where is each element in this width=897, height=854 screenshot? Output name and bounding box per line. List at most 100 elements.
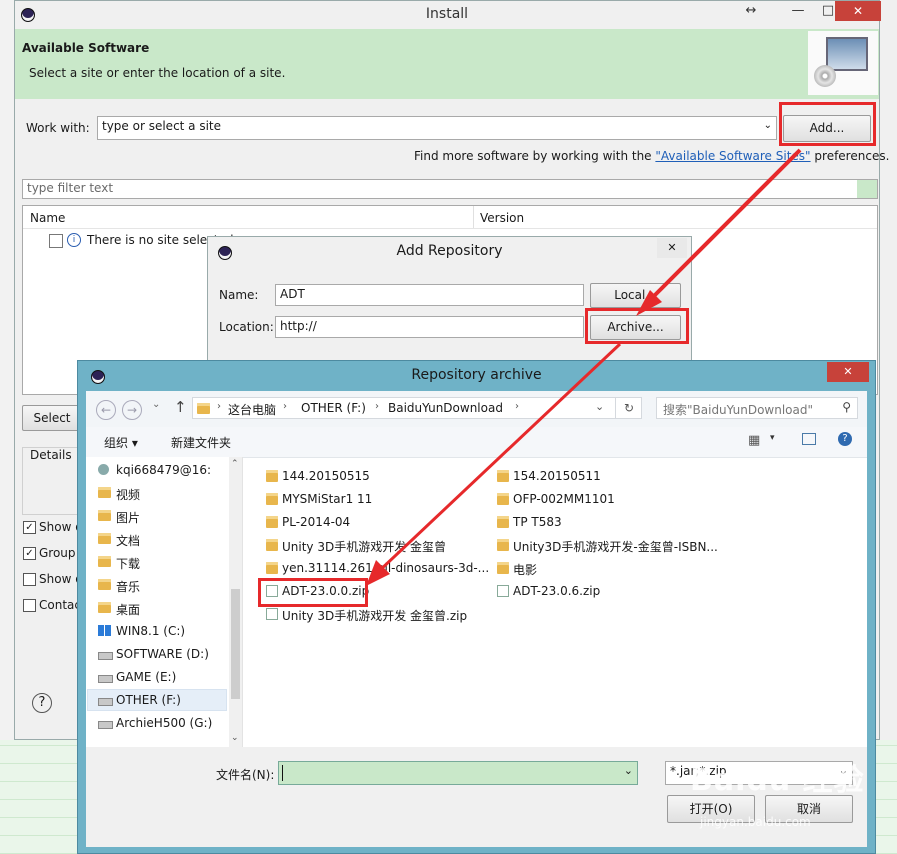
tree-item-desktop[interactable]: 桌面 xyxy=(98,601,140,618)
file-item[interactable]: yen.31114.261-all-dinosaurs-3d-... xyxy=(266,561,489,575)
view-options-icon[interactable]: ▦ xyxy=(748,433,760,448)
tree-item-music[interactable]: 音乐 xyxy=(98,578,140,595)
tree-item-drive-e[interactable]: GAME (E:) xyxy=(98,670,176,684)
folder-icon xyxy=(98,487,111,498)
navigation-tree: kqi668479@16: 视频 图片 文档 下载 音乐 桌面 WIN8.1 (… xyxy=(86,457,243,747)
file-item[interactable]: Unity 3D手机游戏开发 金玺曾 xyxy=(266,538,446,555)
install-monitor-icon xyxy=(808,31,878,95)
filter-clear-icon[interactable] xyxy=(857,180,877,198)
up-icon[interactable]: ↑ xyxy=(174,398,187,416)
search-input[interactable]: 搜索"BaiduYunDownload" ⚲ xyxy=(656,397,858,419)
file-item[interactable]: 154.20150511 xyxy=(497,469,601,483)
drive-icon xyxy=(98,721,113,729)
resize-icon[interactable]: ↔ xyxy=(741,1,761,21)
highlight-add-button xyxy=(779,102,876,146)
tree-item-drive-d[interactable]: SOFTWARE (D:) xyxy=(98,647,209,661)
details-label: Details xyxy=(30,448,72,462)
tree-item-drive-f[interactable]: OTHER (F:) xyxy=(98,693,181,707)
checkbox-show-installed[interactable] xyxy=(23,573,36,586)
folder-icon xyxy=(266,493,278,505)
folder-icon xyxy=(197,403,210,414)
help-icon[interactable]: ? xyxy=(32,693,52,713)
work-with-label: Work with: xyxy=(26,121,90,135)
file-item[interactable]: 144.20150515 xyxy=(266,469,370,483)
install-titlebar: Install ↔ — □ ✕ xyxy=(15,1,881,29)
table-header: Name Version xyxy=(23,206,877,229)
install-close-button[interactable]: ✕ xyxy=(835,1,881,21)
file-item[interactable]: Unity 3D手机游戏开发 金玺曾.zip xyxy=(266,607,467,624)
work-with-value: type or select a site xyxy=(102,119,222,133)
filter-input[interactable]: type filter text xyxy=(22,179,878,199)
address-bar[interactable]: › 这台电脑 › OTHER (F:) › BaiduYunDownload ›… xyxy=(192,397,642,419)
zip-file-icon xyxy=(497,585,509,597)
baidu-watermark: Baidu 经验 xyxy=(690,763,865,798)
folder-icon xyxy=(497,516,509,528)
checkbox-label: Contac xyxy=(39,598,81,612)
add-repository-title: Add Repository xyxy=(396,243,503,259)
local-button[interactable]: Local... xyxy=(590,283,681,308)
tree-item-pictures[interactable]: 图片 xyxy=(98,509,140,526)
highlight-archive-button xyxy=(585,308,689,344)
help-icon[interactable]: ? xyxy=(838,432,852,446)
organize-menu[interactable]: 组织 ▾ xyxy=(104,434,138,451)
forward-icon[interactable]: → xyxy=(122,400,142,420)
breadcrumb-pc[interactable]: 这台电脑 xyxy=(228,401,276,418)
breadcrumb-folder[interactable]: BaiduYunDownload xyxy=(388,401,503,415)
work-with-combo[interactable]: type or select a site ⌄ xyxy=(97,116,777,140)
minimize-button[interactable]: — xyxy=(785,1,811,21)
filename-input[interactable]: ⌄ xyxy=(278,761,638,785)
breadcrumb-drive[interactable]: OTHER (F:) xyxy=(301,401,366,415)
checkbox-label: Show o xyxy=(39,572,83,586)
file-item[interactable]: MYSMiStar1 11 xyxy=(266,492,372,506)
tree-scroll-thumb[interactable] xyxy=(231,589,240,699)
music-folder-icon xyxy=(98,579,111,590)
available-software-banner: Available Software Select a site or ente… xyxy=(15,29,879,99)
tree-item-drive-c[interactable]: WIN8.1 (C:) xyxy=(98,624,185,638)
file-item[interactable]: OFP-002MM1101 xyxy=(497,492,615,506)
tree-item-documents[interactable]: 文档 xyxy=(98,532,140,549)
col-name-header[interactable]: Name xyxy=(30,211,65,225)
tree-scrollbar[interactable]: ⌃ ⌄ xyxy=(229,457,242,747)
location-input[interactable]: http:// xyxy=(275,316,584,338)
file-item[interactable]: 电影 xyxy=(497,561,537,578)
checkbox-show-latest[interactable]: ✓ xyxy=(23,521,36,534)
drive-icon xyxy=(98,698,113,706)
col-version-header[interactable]: Version xyxy=(480,211,524,225)
search-icon: ⚲ xyxy=(842,400,851,414)
user-icon xyxy=(98,464,109,475)
address-dropdown-icon[interactable]: ⌄ xyxy=(595,400,604,413)
new-folder-button[interactable]: 新建文件夹 xyxy=(171,434,231,451)
folder-icon xyxy=(497,539,509,551)
archive-close-button[interactable]: ✕ xyxy=(827,362,869,382)
row-checkbox[interactable] xyxy=(49,234,63,248)
checkbox-contact-sites[interactable] xyxy=(23,599,36,612)
chevron-down-icon[interactable]: ⌄ xyxy=(624,764,633,777)
view-dropdown-icon[interactable]: ▾ xyxy=(770,433,775,443)
file-item[interactable]: Unity3D手机游戏开发-金玺曾-ISBN... xyxy=(497,538,718,555)
back-icon[interactable]: ← xyxy=(96,400,116,420)
available-software-sites-link[interactable]: "Available Software Sites" xyxy=(655,149,810,163)
checkbox-group-items[interactable]: ✓ xyxy=(23,547,36,560)
folder-icon xyxy=(497,562,509,574)
file-item[interactable]: TP T583 xyxy=(497,515,562,529)
scroll-down-icon[interactable]: ⌄ xyxy=(231,733,239,743)
scroll-up-icon[interactable]: ⌃ xyxy=(231,459,239,469)
archive-toolbar: 组织 ▾ 新建文件夹 ▦ ▾ ? xyxy=(86,427,867,458)
add-repository-close-button[interactable]: ✕ xyxy=(657,238,687,258)
filter-placeholder: type filter text xyxy=(27,181,114,195)
history-chevron-icon[interactable]: ⌄ xyxy=(152,399,160,410)
tree-item-downloads[interactable]: 下载 xyxy=(98,555,140,572)
banner-subtitle: Select a site or enter the location of a… xyxy=(29,66,286,80)
tree-item-drive-g[interactable]: ArchieH500 (G:) xyxy=(98,716,212,730)
tree-item-user[interactable]: kqi668479@16: xyxy=(98,463,211,477)
select-all-button[interactable]: Select xyxy=(22,405,82,431)
preview-pane-icon[interactable] xyxy=(802,433,816,445)
name-input[interactable]: ADT xyxy=(275,284,584,306)
tree-item-videos[interactable]: 视频 xyxy=(98,486,140,503)
file-item[interactable]: ADT-23.0.6.zip xyxy=(497,584,600,598)
background-right-strip xyxy=(880,0,897,740)
filename-label: 文件名(N): xyxy=(216,768,275,782)
archive-navbar: ← → ⌄ ↑ › 这台电脑 › OTHER (F:) › BaiduYunDo… xyxy=(86,391,867,427)
file-item[interactable]: PL-2014-04 xyxy=(266,515,350,529)
refresh-icon[interactable]: ↻ xyxy=(615,398,642,418)
